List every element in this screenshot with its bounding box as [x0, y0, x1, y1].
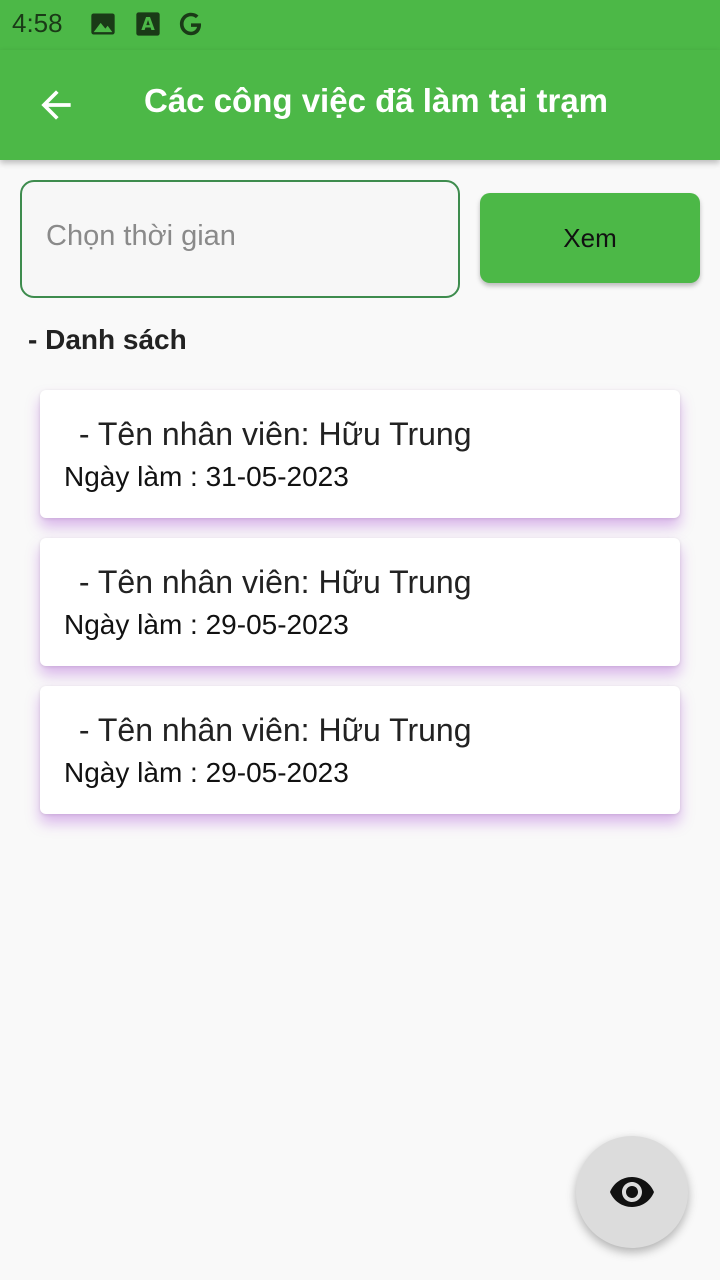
employee-name: - Tên nhân viên: Hữu Trung	[70, 564, 472, 600]
font-a-icon: A	[136, 12, 160, 36]
employee-name: - Tên nhân viên: Hữu Trung	[70, 712, 472, 748]
image-icon	[91, 13, 115, 35]
google-g-icon	[179, 12, 202, 36]
work-card[interactable]: - Tên nhân viên: Hữu Trung Ngày làm : 31…	[40, 390, 680, 518]
work-card[interactable]: - Tên nhân viên: Hữu Trung Ngày làm : 29…	[40, 686, 680, 814]
status-bar: 4:58 A	[0, 0, 720, 50]
work-date: Ngày làm : 29-05-2023	[64, 757, 349, 788]
list-section-title: - Danh sách	[28, 324, 187, 355]
time-picker-field[interactable]: Chọn thời gian	[20, 180, 460, 298]
view-fab-button[interactable]	[576, 1136, 688, 1248]
svg-text:A: A	[141, 15, 155, 35]
arrow-left-icon[interactable]	[34, 83, 78, 127]
view-button[interactable]: Xem	[480, 193, 700, 283]
status-time: 4:58	[12, 8, 63, 38]
employee-name: - Tên nhân viên: Hữu Trung	[70, 416, 472, 452]
eye-icon	[610, 1177, 654, 1207]
work-date: Ngày làm : 29-05-2023	[64, 609, 349, 640]
app-bar: Các công việc đã làm tại trạm	[0, 50, 720, 160]
page-title: Các công việc đã làm tại trạm	[144, 82, 609, 119]
work-date: Ngày làm : 31-05-2023	[64, 461, 349, 492]
work-card[interactable]: - Tên nhân viên: Hữu Trung Ngày làm : 29…	[40, 538, 680, 666]
work-list: - Tên nhân viên: Hữu Trung Ngày làm : 31…	[40, 390, 680, 834]
time-picker-placeholder: Chọn thời gian	[46, 220, 236, 252]
